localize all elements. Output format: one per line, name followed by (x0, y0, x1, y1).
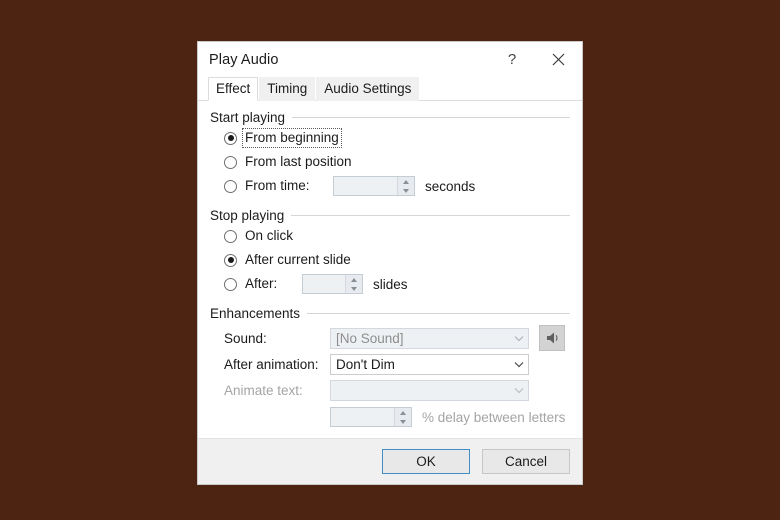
group-enhancements-header: Enhancements (210, 306, 570, 321)
chevron-down-icon[interactable] (509, 335, 528, 342)
chevron-down-icon[interactable] (509, 361, 528, 368)
group-enhancements-title: Enhancements (210, 306, 301, 321)
radio-from-last-position[interactable] (224, 155, 237, 169)
from-time-spinner-buttons[interactable] (397, 177, 414, 195)
help-icon-glyph: ? (507, 51, 517, 68)
radio-after-slides-label[interactable]: After: (243, 275, 302, 293)
radio-row-after-current-slide[interactable]: After current slide (224, 249, 570, 271)
after-slides-spinner[interactable] (302, 274, 363, 294)
after-animation-dropdown[interactable]: Don't Dim (330, 353, 529, 375)
sound-dropdown-value: [No Sound] (336, 330, 404, 346)
help-icon[interactable]: ? (494, 42, 530, 77)
tab-timing[interactable]: Timing (259, 77, 316, 101)
delay-spinner[interactable] (330, 407, 412, 427)
play-audio-dialog: Play Audio ? Effect Timing Audio Setting… (197, 41, 583, 485)
group-separator-line (291, 215, 570, 216)
from-time-spinner-down[interactable] (398, 186, 414, 195)
group-start-playing-title: Start playing (210, 110, 286, 125)
radio-row-from-time[interactable]: From time: seconds (224, 175, 570, 197)
delay-input[interactable] (331, 408, 394, 426)
radio-row-after-slides[interactable]: After: slides (224, 273, 570, 295)
group-stop-playing-header: Stop playing (210, 208, 570, 223)
delay-spinner-buttons[interactable] (394, 408, 411, 426)
after-animation-label: After animation: (224, 356, 319, 372)
group-start-playing-header: Start playing (210, 110, 570, 125)
group-separator-line (292, 117, 570, 118)
stop-playing-options: On click After current slide After: slid… (210, 225, 570, 295)
effect-tab-panel: Start playing From beginning From last p… (198, 101, 582, 438)
tab-audio-settings[interactable]: Audio Settings (316, 77, 420, 101)
radio-after-slides[interactable] (224, 277, 237, 291)
animate-text-dropdown[interactable] (330, 379, 529, 401)
after-slides-input[interactable] (303, 275, 345, 293)
cancel-button[interactable]: Cancel (482, 449, 570, 474)
radio-row-from-beginning[interactable]: From beginning (224, 127, 570, 149)
dialog-footer: OK Cancel (198, 438, 582, 484)
delay-label: % delay between letters (422, 409, 566, 425)
dialog-title: Play Audio (209, 51, 279, 68)
radio-from-beginning[interactable] (224, 131, 237, 145)
animate-text-label: Animate text: (224, 382, 303, 398)
sound-dropdown[interactable]: [No Sound] (330, 327, 529, 349)
enhancements-fields: Sound: [No Sound] After animation: Don't… (210, 325, 570, 429)
radio-row-on-click[interactable]: On click (224, 225, 570, 247)
chevron-up-icon (400, 410, 406, 415)
close-icon[interactable] (540, 42, 576, 77)
delay-spinner-up[interactable] (395, 408, 411, 417)
from-time-spinner[interactable] (333, 176, 415, 196)
group-stop-playing-title: Stop playing (210, 208, 285, 223)
radio-from-last-position-label[interactable]: From last position (243, 153, 354, 171)
from-time-spinner-up[interactable] (398, 177, 414, 186)
delay-row: % delay between letters (224, 405, 570, 429)
radio-row-from-last-position[interactable]: From last position (224, 151, 570, 173)
speaker-icon-button[interactable] (539, 325, 565, 351)
from-time-input[interactable] (334, 177, 397, 195)
from-time-unit-label: seconds (425, 178, 476, 194)
chevron-down-icon (400, 419, 406, 424)
tab-strip: Effect Timing Audio Settings (198, 77, 582, 101)
after-slides-spinner-down[interactable] (346, 284, 362, 293)
dialog-titlebar: Play Audio ? (198, 42, 582, 77)
chevron-down-icon (351, 286, 357, 291)
chevron-down-icon[interactable] (509, 387, 528, 394)
after-slides-unit-label: slides (373, 276, 408, 292)
speaker-icon (546, 332, 558, 344)
radio-on-click[interactable] (224, 229, 237, 243)
radio-from-time-label[interactable]: From time: (243, 177, 333, 195)
after-slides-spinner-up[interactable] (346, 275, 362, 284)
radio-after-current-slide-label[interactable]: After current slide (243, 251, 353, 269)
radio-after-current-slide[interactable] (224, 253, 237, 267)
chevron-up-icon (351, 277, 357, 282)
group-separator-line (307, 313, 570, 314)
after-animation-value: Don't Dim (336, 356, 395, 372)
chevron-up-icon (403, 179, 409, 184)
radio-from-time[interactable] (224, 179, 237, 193)
radio-from-beginning-label[interactable]: From beginning (242, 128, 342, 148)
after-slides-spinner-buttons[interactable] (345, 275, 362, 293)
tab-effect[interactable]: Effect (208, 77, 259, 101)
animate-text-row: Animate text: (224, 377, 570, 403)
sound-row: Sound: [No Sound] (224, 325, 570, 351)
after-animation-row: After animation: Don't Dim (224, 351, 570, 377)
delay-spinner-down[interactable] (395, 417, 411, 426)
ok-button[interactable]: OK (382, 449, 470, 474)
start-playing-options: From beginning From last position From t… (210, 127, 570, 197)
chevron-down-icon (403, 188, 409, 193)
radio-on-click-label[interactable]: On click (243, 227, 295, 245)
sound-label: Sound: (224, 330, 267, 346)
